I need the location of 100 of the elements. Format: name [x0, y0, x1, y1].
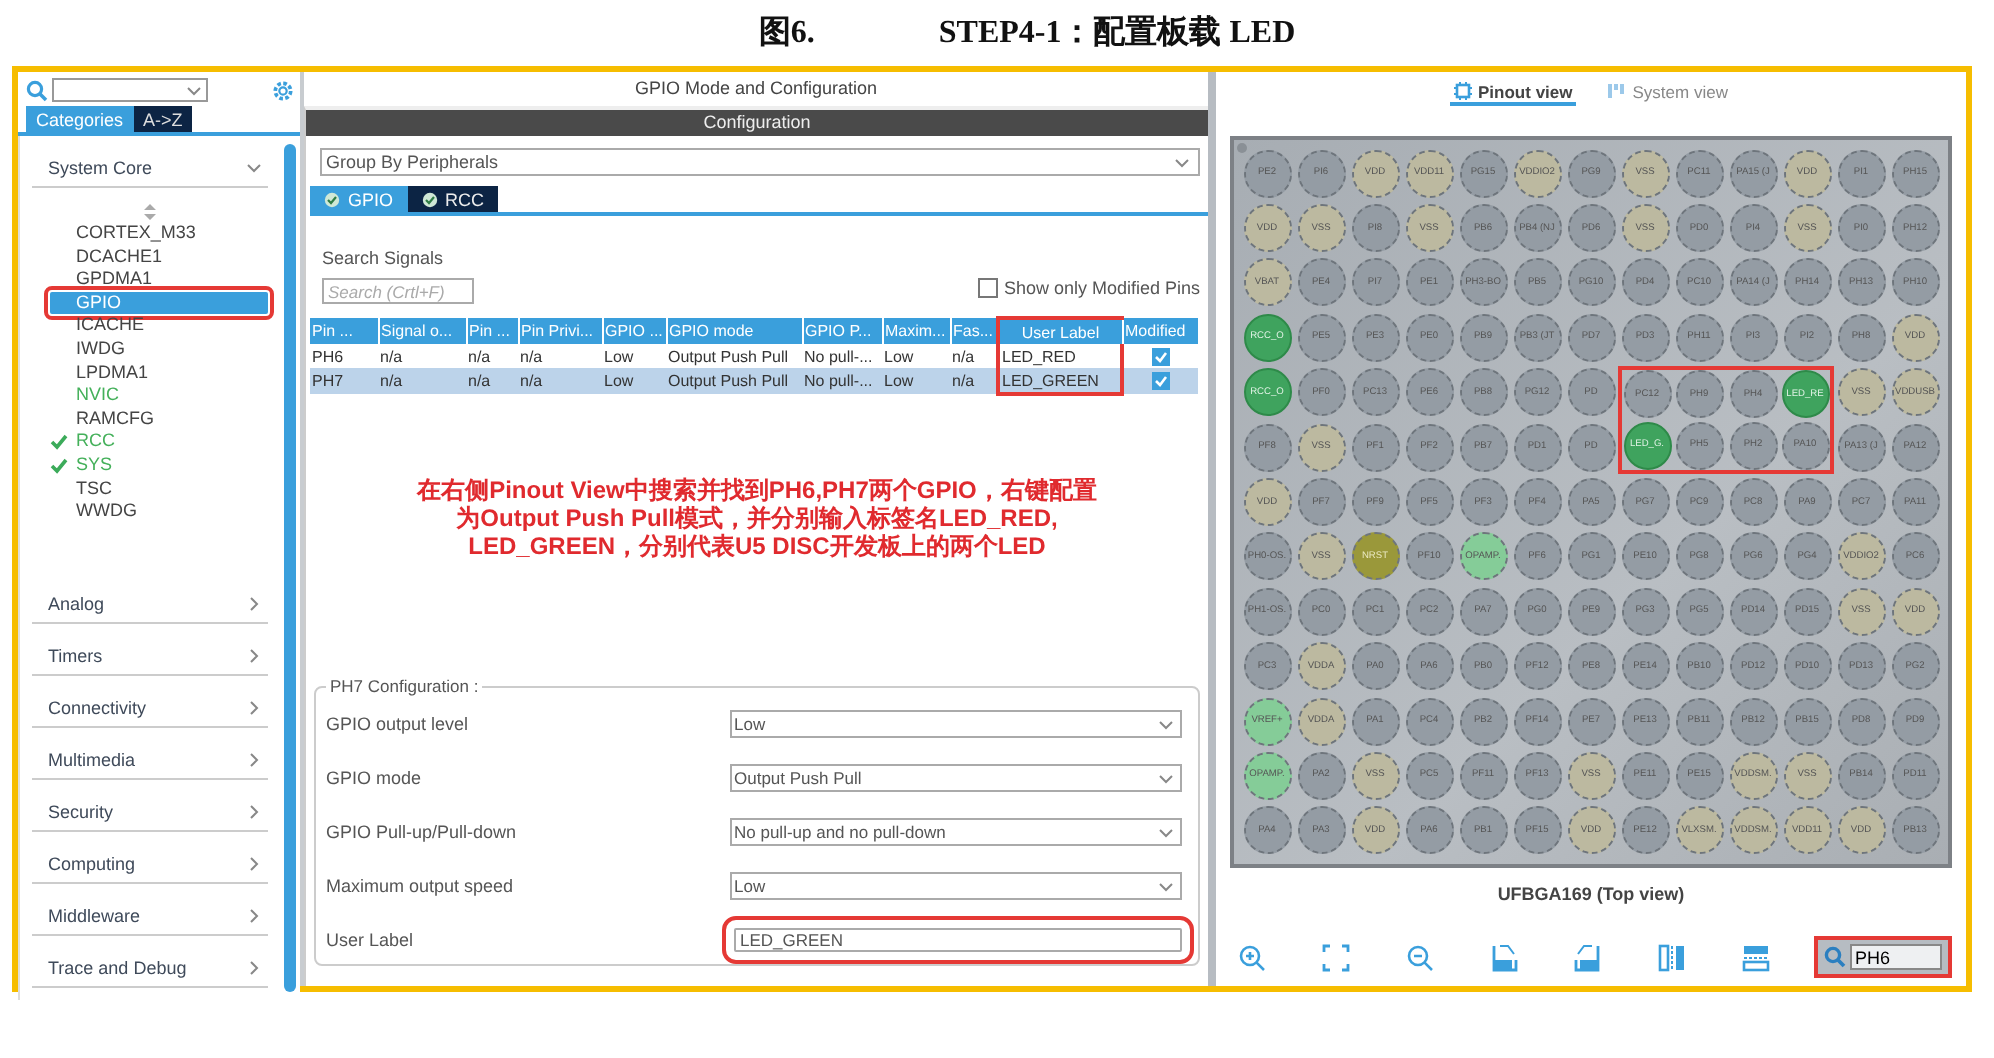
- field-label: GPIO output level: [326, 714, 469, 734]
- field-label: Maximum output speed: [326, 876, 514, 896]
- column-header[interactable]: Pin ...: [466, 318, 518, 344]
- checkbox[interactable]: [1152, 347, 1170, 366]
- table-cell: LED_GREEN: [998, 368, 1122, 394]
- rotate-right-icon[interactable]: [1489, 943, 1517, 972]
- column-header[interactable]: GPIO mode: [666, 318, 802, 344]
- table-cell: Low: [882, 344, 950, 368]
- find-field[interactable]: PH6: [1813, 936, 1951, 979]
- column-header[interactable]: Fas...: [950, 318, 998, 344]
- caret-icon: [1158, 827, 1174, 837]
- list-item[interactable]: SYS: [32, 453, 248, 478]
- table-cell: n/a: [466, 344, 518, 368]
- check-circle-icon: [324, 191, 340, 207]
- category-header[interactable]: Connectivity: [32, 687, 268, 728]
- zoom-out-icon[interactable]: [1405, 943, 1433, 972]
- caret-icon: [1158, 773, 1174, 783]
- table-cell: n/a: [518, 368, 602, 394]
- tab[interactable]: RCC: [407, 186, 499, 212]
- table-cell: Low: [602, 368, 666, 394]
- group-by-dropdown[interactable]: Group By Peripherals: [320, 148, 1200, 176]
- settings-icon[interactable]: [272, 79, 294, 101]
- caret-icon: [1174, 157, 1190, 167]
- dropdown[interactable]: Low: [730, 872, 1182, 900]
- tab[interactable]: System view: [1604, 80, 1732, 106]
- category-header[interactable]: Security: [32, 791, 268, 832]
- check-circle-icon: [421, 191, 438, 207]
- list-item[interactable]: IWDG: [32, 337, 248, 362]
- category-header[interactable]: System Core: [32, 148, 268, 188]
- annotation-text: 在右侧Pinout View中搜索并找到PH6,PH7两个GPIO，右键配置 为Output Push Pull模式，并分别输入标签名LED_RED, LED_GREEN，分别代表U5 DISC开发板上的两个LED: [417, 476, 1097, 564]
- category-header[interactable]: Multimedia: [32, 739, 268, 780]
- field-label: GPIO Pull-up/Pull-down: [326, 822, 517, 842]
- dropdown[interactable]: Low: [730, 710, 1182, 738]
- table-cell: Output Push Pull: [666, 368, 802, 394]
- zoom-in-icon[interactable]: [1237, 943, 1265, 972]
- table-cell: n/a: [518, 344, 602, 368]
- split-vertical-icon[interactable]: [1657, 943, 1685, 972]
- split-horizontal-icon[interactable]: [1741, 943, 1769, 972]
- chip-icon: [1454, 82, 1473, 100]
- chevron-icon: [246, 907, 262, 924]
- table-cell: No pull-...: [802, 344, 882, 368]
- list-item[interactable]: GPIO: [50, 291, 268, 315]
- category-header[interactable]: Analog: [32, 583, 268, 624]
- caret-icon: [186, 85, 202, 95]
- chevron-icon: [246, 647, 262, 664]
- column-header[interactable]: GPIO P...: [802, 318, 882, 344]
- search-dropdown[interactable]: [52, 78, 208, 102]
- category-header[interactable]: Trace and Debug: [32, 947, 268, 988]
- tab[interactable]: Pinout view: [1450, 80, 1577, 106]
- checkbox[interactable]: [1152, 372, 1170, 391]
- chevron-icon: [246, 959, 262, 976]
- table-cell: PH6: [310, 344, 378, 368]
- table-cell: n/a: [950, 344, 998, 368]
- scrollbar[interactable]: [284, 144, 296, 992]
- search-field[interactable]: Search (Crtl+F): [322, 278, 474, 304]
- column-header[interactable]: User Label: [998, 318, 1122, 344]
- tab[interactable]: A->Z: [133, 106, 193, 132]
- list-item[interactable]: CORTEX_M33: [32, 222, 248, 246]
- table-cell: n/a: [378, 344, 466, 368]
- rotate-left-icon[interactable]: [1573, 943, 1601, 972]
- table-cell: Low: [882, 368, 950, 394]
- column-header[interactable]: Maxim...: [882, 318, 950, 344]
- chevron-icon: [246, 699, 262, 716]
- figure-number: 图6.: [758, 14, 815, 54]
- scroll-up-icon[interactable]: [144, 204, 156, 220]
- chevron-icon: [246, 855, 262, 872]
- list-item[interactable]: RAMCFG: [32, 407, 248, 431]
- search-icon: [1823, 946, 1845, 969]
- chevron-icon: [246, 595, 262, 612]
- list-item[interactable]: LPDMA1: [32, 361, 248, 385]
- list-item[interactable]: TSC: [32, 477, 248, 501]
- caret-icon: [1158, 881, 1174, 891]
- dropdown[interactable]: Output Push Pull: [730, 764, 1182, 792]
- checkbox[interactable]: [977, 277, 998, 297]
- column-header[interactable]: GPIO ...: [602, 318, 666, 344]
- list-item[interactable]: RCC: [32, 430, 248, 454]
- list-item[interactable]: ICACHE: [32, 314, 248, 338]
- table-row[interactable]: PH7 n/a n/a n/a Low Output Push Pull No pull-... Low n/a LED_GREEN: [310, 368, 1198, 394]
- figure-caption: STEP4-1：配置板载 LED: [938, 13, 1296, 54]
- panel-title: GPIO Mode and Configuration: [632, 76, 880, 102]
- category-header[interactable]: Middleware: [32, 895, 268, 936]
- fit-screen-icon[interactable]: [1321, 943, 1349, 972]
- tab[interactable]: Categories: [26, 106, 134, 132]
- category-header[interactable]: Timers: [32, 635, 268, 676]
- list-item[interactable]: WWDG: [32, 500, 248, 524]
- search-icon: [26, 79, 48, 101]
- list-item[interactable]: NVIC: [32, 384, 248, 408]
- list-item[interactable]: DCACHE1: [32, 245, 248, 269]
- chevron-icon: [246, 803, 262, 820]
- category-header[interactable]: Computing: [32, 843, 268, 884]
- dropdown[interactable]: No pull-up and no pull-down: [730, 818, 1182, 846]
- column-header[interactable]: Signal o...: [378, 318, 466, 344]
- column-header[interactable]: Pin Privi...: [518, 318, 602, 344]
- package-label: UFBGA169 (Top view): [1497, 884, 1685, 905]
- checkbox-label: Show only Modified Pins: [1003, 277, 1200, 297]
- list-item[interactable]: GPDMA1: [32, 268, 248, 292]
- section-header: Configuration: [306, 110, 1208, 136]
- tab[interactable]: GPIO: [310, 186, 408, 212]
- caret-icon: [1158, 719, 1174, 729]
- column-header[interactable]: Pin ...: [310, 318, 378, 344]
